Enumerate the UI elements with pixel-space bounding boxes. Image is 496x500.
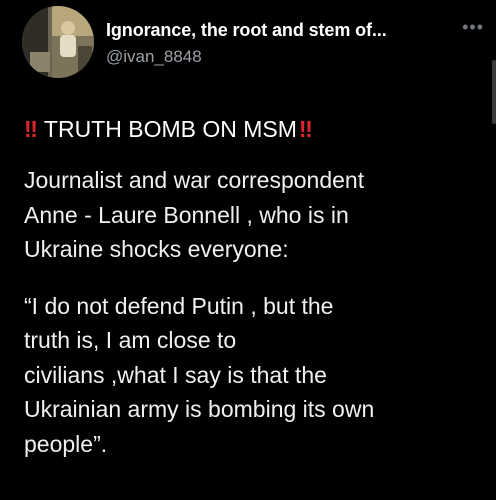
tweet-paragraph: “I do not defend Putin , but the truth i…	[24, 289, 486, 462]
tweet-line: Ukraine shocks everyone:	[24, 236, 289, 262]
more-dots-icon[interactable]: •••	[462, 18, 484, 36]
tweet-headline: ‼ TRUTH BOMB ON MSM ‼	[24, 116, 313, 143]
tweet-line: civilians ,what I say is that the	[24, 361, 327, 388]
headline-text: TRUTH BOMB ON MSM	[43, 116, 297, 142]
double-exclamation-icon: ‼	[24, 116, 38, 142]
tweet-line: truth is, I am close to	[24, 327, 237, 353]
tweet-line: Journalist and war correspondent	[24, 167, 365, 193]
user-handle[interactable]: @ivan_8848	[106, 47, 202, 67]
tweet-line: “I do not defend Putin , but the	[24, 292, 334, 319]
tweet-body: Journalist and war correspondent Anne - …	[24, 163, 486, 461]
double-exclamation-icon: ‼	[298, 116, 313, 142]
tweet-line: Ukrainian army is bombing its own	[24, 396, 375, 422]
scrollbar[interactable]	[492, 60, 496, 124]
tweet-line: Anne - Laure Bonnell , who is in	[24, 201, 349, 228]
tweet-paragraph: Journalist and war correspondent Anne - …	[24, 163, 486, 267]
avatar[interactable]	[22, 6, 94, 78]
display-name[interactable]: Ignorance, the root and stem of...	[106, 20, 387, 41]
avatar-photo-icon	[22, 6, 94, 78]
tweet-line: people”.	[24, 430, 108, 457]
tweet-card: Ignorance, the root and stem of... @ivan…	[0, 0, 496, 500]
